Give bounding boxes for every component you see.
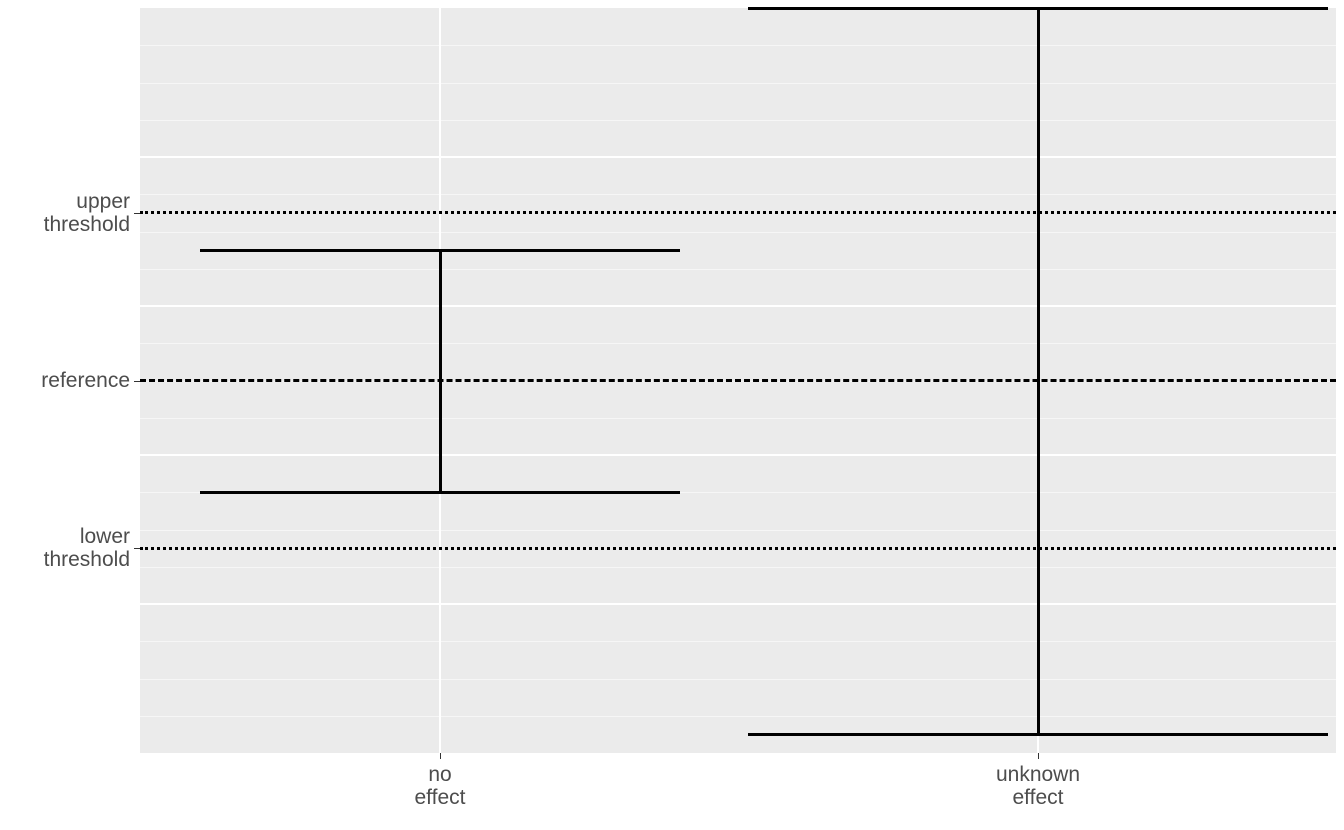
errorbar-unknown-effect-stem: [1037, 8, 1040, 734]
x-label-unknown-effect: unknown effect: [958, 763, 1118, 809]
gridline-h-minor: [140, 716, 1336, 717]
gridline-h-minor: [140, 530, 1336, 531]
y-label-reference: reference: [41, 369, 130, 392]
lower-threshold-line: [140, 547, 1336, 550]
x-label-no-effect: no effect: [360, 763, 520, 809]
gridline-h-minor: [140, 418, 1336, 419]
y-tick: [134, 548, 140, 549]
errorbar-unknown-effect-cap-top: [748, 7, 1328, 10]
gridline-h-minor: [140, 567, 1336, 568]
gridline-h-minor: [140, 343, 1336, 344]
gridline-h-minor: [140, 269, 1336, 270]
gridline-h-minor: [140, 679, 1336, 680]
gridline-h-minor: [140, 194, 1336, 195]
gridline-h-major: [140, 305, 1336, 307]
reference-line: [140, 379, 1336, 382]
y-label-lower-threshold: lower threshold: [44, 525, 130, 571]
upper-threshold-line: [140, 211, 1336, 214]
gridline-h-major: [140, 603, 1336, 605]
gridline-h-major: [140, 454, 1336, 456]
errorbar-unknown-effect-cap-bottom: [748, 733, 1328, 736]
gridline-h-minor: [140, 641, 1336, 642]
gridline-h-minor: [140, 120, 1336, 121]
gridline-h-minor: [140, 83, 1336, 84]
y-label-upper-threshold: upper threshold: [44, 190, 130, 236]
chart-container: upper threshold reference lower threshol…: [0, 0, 1344, 830]
gridline-h-minor: [140, 45, 1336, 46]
gridline-h-minor: [140, 232, 1336, 233]
errorbar-no-effect-cap-top: [200, 249, 680, 252]
y-tick: [134, 213, 140, 214]
errorbar-no-effect-cap-bottom: [200, 491, 680, 494]
y-tick: [134, 381, 140, 382]
plot-panel: [140, 8, 1336, 753]
gridline-h-major: [140, 156, 1336, 158]
x-tick: [440, 753, 441, 759]
x-tick: [1038, 753, 1039, 759]
errorbar-no-effect-stem: [439, 250, 442, 492]
